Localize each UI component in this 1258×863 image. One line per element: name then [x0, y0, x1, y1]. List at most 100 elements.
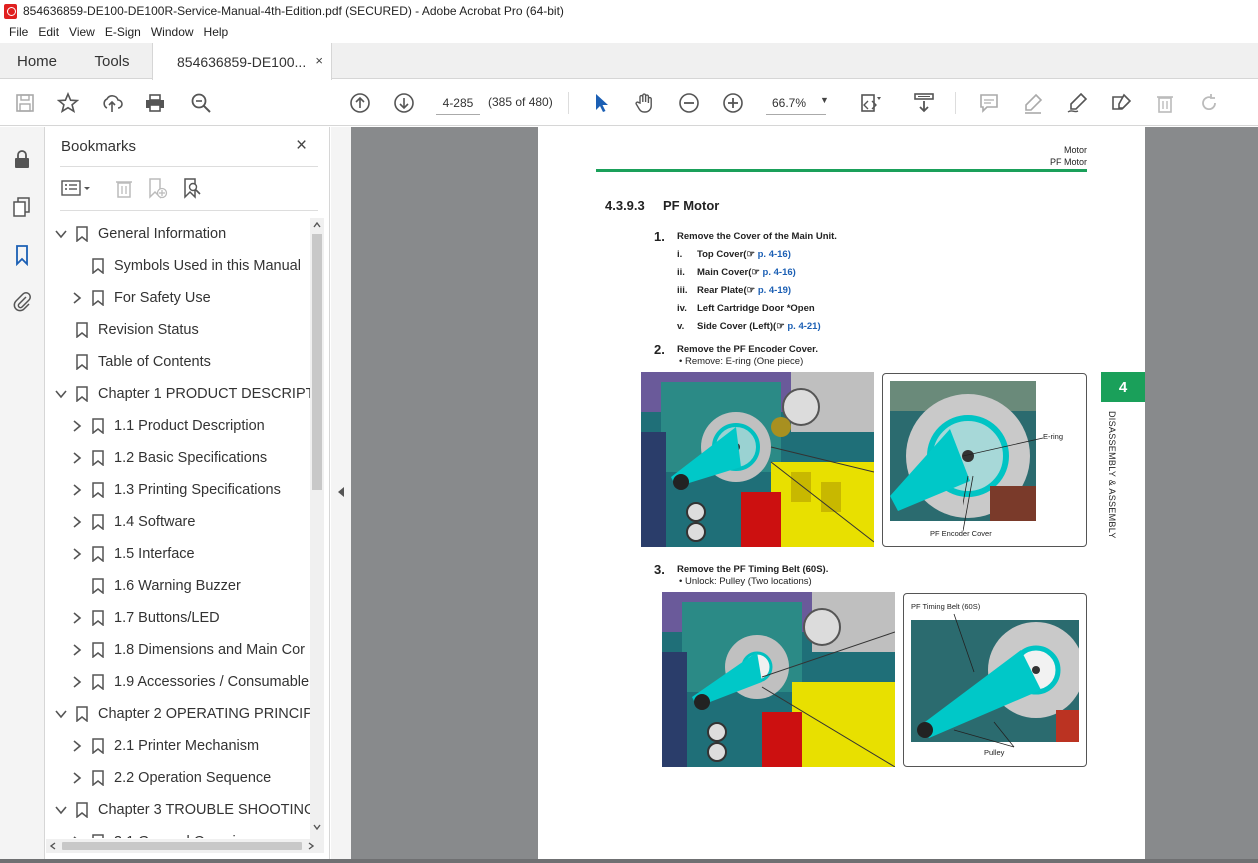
chevron-right-icon[interactable] [70, 771, 84, 785]
rotate-icon[interactable] [1197, 91, 1221, 115]
fit-page-icon[interactable] [858, 91, 882, 115]
scroll-mode-icon[interactable] [912, 91, 936, 115]
bookmark-item[interactable]: 1.6 Warning Buzzer [70, 570, 241, 602]
tab-document-label: 854636859-DE100... [177, 53, 307, 70]
chevron-right-icon[interactable] [70, 643, 84, 657]
bookmark-item[interactable]: 1.9 Accessories / Consumable [70, 666, 309, 698]
bookmark-item[interactable]: Table of Contents [54, 346, 211, 378]
next-page-icon[interactable] [392, 91, 416, 115]
chevron-right-icon[interactable] [70, 515, 84, 529]
chevron-right-icon[interactable] [70, 547, 84, 561]
tab-document[interactable]: 854636859-DE100... × [152, 43, 332, 80]
page-link[interactable]: p. 4-16) [758, 249, 791, 260]
hand-icon[interactable] [633, 91, 657, 115]
bookmark-item[interactable]: General Information [54, 218, 226, 250]
select-cursor-icon[interactable] [589, 91, 613, 115]
find-bookmark-icon[interactable] [181, 177, 203, 199]
menu-view[interactable]: View [64, 25, 100, 39]
bookmark-item[interactable]: 2.1 Printer Mechanism [70, 730, 259, 762]
chevron-down-icon[interactable] [54, 707, 68, 721]
menu-window[interactable]: Window [146, 25, 199, 39]
chevron-right-icon[interactable] [70, 739, 84, 753]
bookmark-item[interactable]: 1.2 Basic Specifications [70, 442, 267, 474]
sub-step-roman: v. [677, 321, 685, 332]
bookmark-item[interactable]: 1.4 Software [70, 506, 195, 538]
bookmark-item[interactable]: Chapter 2 OPERATING PRINCIPL [54, 698, 310, 730]
tab-home[interactable]: Home [0, 43, 74, 79]
star-icon[interactable] [56, 91, 80, 115]
new-bookmark-icon[interactable] [146, 177, 168, 199]
tab-tools[interactable]: Tools [74, 43, 150, 79]
chevron-right-icon[interactable] [70, 291, 84, 305]
scroll-left-icon[interactable] [50, 842, 56, 850]
bookmark-item[interactable]: 1.7 Buttons/LED [70, 602, 220, 634]
bookmark-icon[interactable] [10, 243, 34, 267]
print-icon[interactable] [143, 91, 167, 115]
bookmark-item[interactable]: Symbols Used in this Manual [70, 250, 301, 282]
page-link[interactable]: p. 4-19) [758, 285, 791, 296]
horizontal-scrollbar[interactable] [46, 839, 324, 853]
toolbar-divider [955, 92, 956, 114]
step-note: • Unlock: Pulley (Two locations) [679, 576, 812, 587]
delete-icon[interactable] [1153, 91, 1177, 115]
attachment-icon[interactable] [10, 289, 34, 313]
save-icon[interactable] [13, 91, 37, 115]
menu-edit[interactable]: Edit [33, 25, 64, 39]
pages-icon[interactable] [10, 195, 34, 219]
chevron-down-icon[interactable] [54, 387, 68, 401]
scrollbar-thumb[interactable] [312, 234, 322, 490]
chevron-right-icon[interactable] [70, 419, 84, 433]
upload-icon[interactable] [100, 91, 124, 115]
collapse-left-icon[interactable] [338, 487, 344, 497]
scroll-down-icon[interactable] [313, 824, 321, 830]
chevron-down-icon[interactable] [54, 227, 68, 241]
sign-icon[interactable] [1065, 91, 1089, 115]
bookmark-item[interactable]: 3.1 General Overview [70, 826, 254, 838]
chevron-right-icon[interactable] [70, 835, 84, 838]
bookmark-flag-icon [92, 450, 104, 467]
bookmark-item[interactable]: Chapter 1 PRODUCT DESCRIPTI [54, 378, 310, 410]
chevron-right-icon[interactable] [70, 451, 84, 465]
comment-icon[interactable] [977, 91, 1001, 115]
bookmark-item[interactable]: Revision Status [54, 314, 199, 346]
bookmark-item[interactable]: 2.2 Operation Sequence [70, 762, 271, 794]
bookmark-item[interactable]: 1.1 Product Description [70, 410, 265, 442]
page-number-input[interactable] [436, 91, 480, 115]
options-menu-icon[interactable] [60, 177, 90, 199]
zoom-out-icon[interactable] [677, 91, 701, 115]
bookmark-label: 1.7 Buttons/LED [114, 610, 220, 626]
vertical-scrollbar[interactable] [310, 218, 324, 840]
lock-icon[interactable] [10, 147, 34, 171]
search-zoom-icon[interactable] [189, 91, 213, 115]
bookmark-item[interactable]: 1.3 Printing Specifications [70, 474, 281, 506]
page-link[interactable]: p. 4-16) [763, 267, 796, 278]
bookmark-item[interactable]: 1.5 Interface [70, 538, 195, 570]
chevron-down-icon[interactable]: ▼ [820, 95, 829, 105]
chevron-right-icon[interactable] [70, 675, 84, 689]
delete-bookmark-icon[interactable] [113, 177, 135, 199]
bookmark-item[interactable]: Chapter 3 TROUBLE SHOOTING [54, 794, 310, 826]
scroll-up-icon[interactable] [313, 222, 321, 228]
panel-collapse-handle[interactable] [331, 127, 351, 863]
bookmark-flag-icon [92, 610, 104, 627]
bookmark-item[interactable]: 1.8 Dimensions and Main Cor [70, 634, 305, 666]
menu-file[interactable]: File [4, 25, 33, 39]
document-viewport[interactable]: Motor PF Motor 4.3.9.3 PF Motor 1. Remov… [351, 127, 1258, 863]
page-link[interactable]: p. 4-21) [787, 321, 820, 332]
close-icon[interactable]: × [315, 53, 323, 68]
chevron-right-icon[interactable] [70, 611, 84, 625]
menu-esign[interactable]: E-Sign [100, 25, 146, 39]
prev-page-icon[interactable] [348, 91, 372, 115]
scroll-right-icon[interactable] [308, 842, 314, 850]
chevron-down-icon[interactable] [54, 803, 68, 817]
chevron-right-icon[interactable] [70, 483, 84, 497]
fill-sign-icon[interactable] [1109, 91, 1133, 115]
close-icon[interactable]: × [296, 135, 307, 157]
highlight-icon[interactable] [1021, 91, 1045, 115]
scrollbar-thumb[interactable] [62, 842, 302, 850]
menu-help[interactable]: Help [199, 25, 234, 39]
zoom-level-input[interactable] [766, 91, 826, 115]
bookmark-item[interactable]: For Safety Use [70, 282, 211, 314]
zoom-in-icon[interactable] [721, 91, 745, 115]
main-toolbar: (385 of 480) ▼ [0, 80, 1258, 126]
